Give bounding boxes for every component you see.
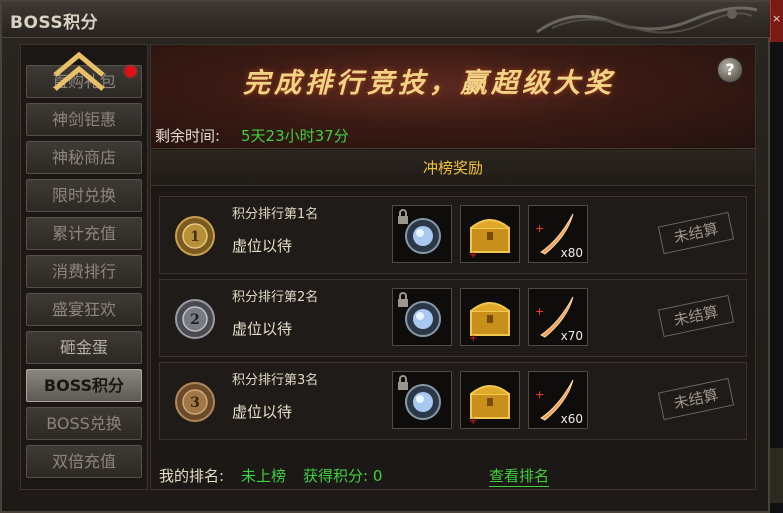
sidebar-item-label: 累计充值 xyxy=(51,224,116,243)
lock-icon xyxy=(398,292,408,307)
reward-row: 1 积分排行第1名 虚位以待 + + x80 未结算 xyxy=(159,196,747,274)
reward-slot-feather[interactable]: + x80 xyxy=(528,205,588,263)
reward-slot-treasure-chest[interactable]: + xyxy=(460,288,520,346)
double-chevron-up-icon[interactable] xyxy=(49,49,109,95)
treasure-chest-icon: + xyxy=(469,219,510,261)
rank-title: 积分排行第1名 xyxy=(232,207,319,222)
close-icon: × xyxy=(772,12,782,25)
sidebar-item-label: 砸金蛋 xyxy=(59,338,108,357)
remaining-time-label: 剩余时间: xyxy=(155,127,221,145)
background-sliver xyxy=(770,448,783,503)
rank-player-name: 虚位以待 xyxy=(232,403,293,421)
svg-text:+: + xyxy=(469,416,477,427)
sidebar-item-label: BOSS兑换 xyxy=(46,414,122,433)
sidebar-item-cumulative-recharge[interactable]: 累计充值 xyxy=(26,217,142,250)
sidebar: 直购礼包 神剑钜惠 神秘商店 限时兑换 累计充值 消费排行 盛宴狂欢 砸金蛋 B… xyxy=(20,44,148,490)
view-rank-link[interactable]: 查看排名 xyxy=(489,465,550,487)
window-title: BOSS积分 xyxy=(10,13,99,33)
sidebar-item-feast-carnival[interactable]: 盛宴狂欢 xyxy=(26,293,142,326)
treasure-chest-icon: + xyxy=(469,385,510,427)
banner-title: 完成排行竞技，赢超级大奖 xyxy=(243,68,615,99)
dragon-ornament-icon xyxy=(536,6,758,34)
my-rank-value: 未上榜 xyxy=(241,467,287,485)
sidebar-item-label: 限时兑换 xyxy=(51,186,116,205)
reward-slot-crystal[interactable] xyxy=(392,288,452,346)
reward-row: 3 积分排行第3名 虚位以待 + + x60 未结算 xyxy=(159,362,747,440)
rank-rewards-header: 冲榜奖励 xyxy=(151,150,755,186)
remaining-time-value: 5天23小时37分 xyxy=(241,127,349,145)
sidebar-item-label: 双倍充值 xyxy=(51,452,116,471)
item-count: x60 xyxy=(560,412,583,426)
sidebar-item-label: 盛宴狂欢 xyxy=(51,300,116,319)
sidebar-item-label: 神秘商店 xyxy=(51,148,116,167)
svg-text:+: + xyxy=(535,388,544,401)
svg-text:+: + xyxy=(469,333,477,344)
main-panel: 完成排行竞技，赢超级大奖 ? 剩余时间: 5天23小时37分 冲榜奖励 1 积分… xyxy=(150,44,756,490)
reward-slot-feather[interactable]: + x70 xyxy=(528,288,588,346)
rank-1-medal-icon: 1 xyxy=(175,216,215,256)
svg-text:+: + xyxy=(535,222,544,235)
reward-row: 2 积分排行第2名 虚位以待 + + x70 未结算 xyxy=(159,279,747,357)
boss-points-window: BOSS积分 直购礼包 神剑钜惠 神秘商店 限时兑换 累计充值 消费排行 盛宴狂… xyxy=(0,0,772,513)
rank-player-name: 虚位以待 xyxy=(232,237,293,255)
earned-points: 获得积分: 0 xyxy=(303,467,383,485)
medal-number: 2 xyxy=(190,312,200,328)
lock-icon xyxy=(398,209,408,224)
background-strip xyxy=(770,42,783,513)
medal-number: 3 xyxy=(190,395,200,411)
reward-slot-crystal[interactable] xyxy=(392,371,452,429)
lock-icon xyxy=(398,375,408,390)
sidebar-item-label: 神剑钜惠 xyxy=(51,110,116,129)
rank-player-name: 虚位以待 xyxy=(232,320,293,338)
rank-title: 积分排行第2名 xyxy=(232,290,319,305)
sidebar-item-label: BOSS积分 xyxy=(43,376,125,395)
treasure-chest-icon: + xyxy=(469,302,510,344)
reward-slot-feather[interactable]: + x60 xyxy=(528,371,588,429)
sidebar-item-spending-rank[interactable]: 消费排行 xyxy=(26,255,142,288)
rank-title: 积分排行第3名 xyxy=(232,373,319,388)
svg-text:+: + xyxy=(535,305,544,318)
sidebar-item-mystery-shop[interactable]: 神秘商店 xyxy=(26,141,142,174)
item-count: x70 xyxy=(560,329,583,343)
reward-slot-crystal[interactable] xyxy=(392,205,452,263)
unsettled-stamp: 未结算 xyxy=(657,377,735,421)
close-button[interactable]: × xyxy=(770,0,783,42)
title-bar[interactable]: BOSS积分 xyxy=(2,2,772,38)
sidebar-item-label: 消费排行 xyxy=(51,262,116,281)
my-rank-label: 我的排名: xyxy=(159,467,225,485)
rank-2-medal-icon: 2 xyxy=(175,299,215,339)
sidebar-item-double-recharge[interactable]: 双倍充值 xyxy=(26,445,142,478)
sidebar-item-boss-exchange[interactable]: BOSS兑换 xyxy=(26,407,142,440)
reward-slot-treasure-chest[interactable]: + xyxy=(460,371,520,429)
unsettled-stamp: 未结算 xyxy=(657,211,735,255)
sidebar-item-sword-deal[interactable]: 神剑钜惠 xyxy=(26,103,142,136)
medal-number: 1 xyxy=(190,229,200,245)
rank-3-medal-icon: 3 xyxy=(175,382,215,422)
banner: 完成排行竞技，赢超级大奖 ? 剩余时间: 5天23小时37分 xyxy=(151,45,755,149)
sidebar-item-golden-egg[interactable]: 砸金蛋 xyxy=(26,331,142,364)
item-count: x80 xyxy=(560,246,583,260)
reward-slot-treasure-chest[interactable]: + xyxy=(460,205,520,263)
unsettled-stamp: 未结算 xyxy=(657,294,735,338)
sidebar-item-boss-points[interactable]: BOSS积分 xyxy=(26,369,142,402)
help-icon[interactable]: ? xyxy=(717,57,743,83)
notification-dot xyxy=(125,66,136,77)
svg-text:+: + xyxy=(469,250,477,261)
sidebar-item-limited-exchange[interactable]: 限时兑换 xyxy=(26,179,142,212)
